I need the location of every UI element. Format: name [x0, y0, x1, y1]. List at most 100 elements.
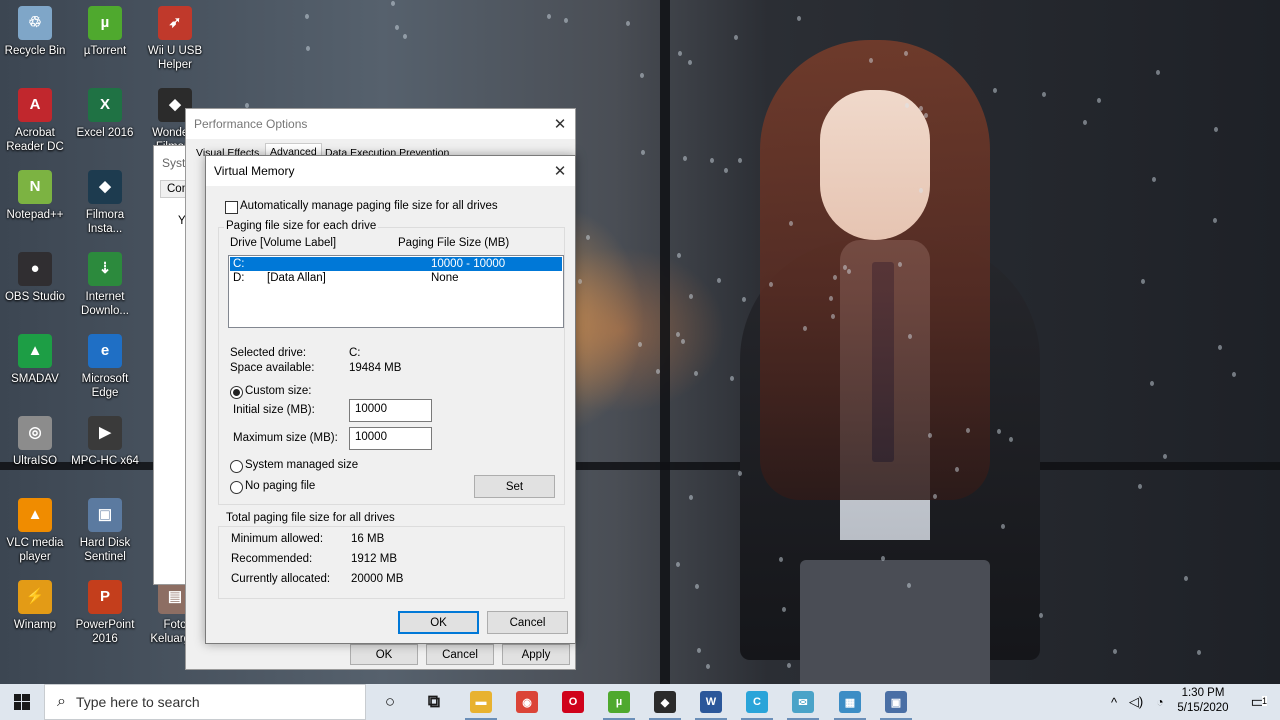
drive-list-row[interactable]: D: [Data Allan] None: [230, 271, 562, 285]
taskbar-app-button[interactable]: ◆: [643, 684, 687, 720]
performance-apply-button[interactable]: Apply: [502, 644, 570, 665]
start-button[interactable]: [0, 684, 44, 720]
max-size-label: Maximum size (MB):: [233, 432, 338, 444]
taskbar-app-button[interactable]: ▦: [828, 684, 872, 720]
desktop-icon[interactable]: A Acrobat Reader DC: [0, 88, 70, 154]
taskbar-app-button[interactable]: ✉: [781, 684, 825, 720]
taskbar-app-button[interactable]: C: [735, 684, 779, 720]
desktop-icon-label: µTorrent: [83, 45, 127, 57]
max-size-input[interactable]: 10000: [349, 427, 432, 450]
close-icon[interactable]: ✕: [545, 115, 575, 133]
desktop-icon[interactable]: P PowerPoint 2016: [70, 580, 140, 646]
raindrop: [675, 332, 680, 338]
opera-icon: O: [562, 691, 584, 713]
auto-manage-checkbox[interactable]: [225, 201, 238, 214]
set-button[interactable]: Set: [474, 475, 555, 498]
desktop-icon-label: Notepad++: [6, 209, 64, 221]
system-managed-radio[interactable]: [230, 460, 243, 473]
taskbar-app-button[interactable]: ○: [368, 684, 412, 720]
performance-cancel-button[interactable]: Cancel: [426, 644, 494, 665]
desktop-icon[interactable]: ◎ UltraISO: [0, 416, 70, 468]
desktop-icon[interactable]: N Notepad++: [0, 170, 70, 222]
desktop-icon-label: Internet Downlo...: [81, 291, 129, 317]
desktop-icon[interactable]: X Excel 2016: [70, 88, 140, 140]
taskbar-clock[interactable]: 1:30 PM 5/15/2020: [1172, 686, 1234, 716]
initial-size-input[interactable]: 10000: [349, 399, 432, 422]
desktop-icon[interactable]: ▲ VLC media player: [0, 498, 70, 564]
raindrop: [1231, 371, 1236, 377]
desktop-icon-label: Hard Disk Sentinel: [79, 537, 131, 563]
app-icon: ▣: [88, 498, 122, 532]
app-icon: ◆: [88, 170, 122, 204]
taskbar-app-button[interactable]: O: [551, 684, 595, 720]
desktop-icon[interactable]: ➶ Wii U USB Helper: [140, 6, 210, 72]
virtual-memory-titlebar: Virtual Memory ✕: [206, 156, 575, 186]
desktop-icon[interactable]: ▶ MPC-HC x64: [70, 416, 140, 468]
raindrop: [1196, 649, 1201, 655]
raindrop: [717, 277, 722, 283]
raindrop: [677, 50, 682, 56]
raindrop: [1162, 454, 1167, 460]
desktop-icon-label: Winamp: [13, 619, 57, 631]
virtual-memory-dialog[interactable]: Virtual Memory ✕ Automatically manage pa…: [205, 155, 576, 644]
initial-size-label: Initial size (MB):: [233, 404, 315, 416]
drive-letter: C:: [233, 258, 245, 270]
drive-list-row[interactable]: C: 10000 - 10000: [230, 257, 562, 271]
vm-ok-button[interactable]: OK: [398, 611, 479, 634]
space-available-label: Space available:: [230, 362, 315, 374]
word-icon: W: [700, 691, 722, 713]
desktop-icon-label: PowerPoint 2016: [75, 619, 135, 645]
desktop-icon[interactable]: ♲ Recycle Bin: [0, 6, 70, 58]
raindrop: [1042, 91, 1047, 97]
drive-list[interactable]: C: 10000 - 10000 D: [Data Allan] None: [228, 255, 564, 328]
custom-size-radio[interactable]: [230, 386, 243, 399]
desktop-icon[interactable]: ⚡ Winamp: [0, 580, 70, 632]
raindrop: [1038, 612, 1043, 618]
taskbar-search-box[interactable]: ⌕ Type here to search: [44, 684, 366, 720]
performance-ok-button[interactable]: OK: [350, 644, 418, 665]
desktop-icon[interactable]: ▣ Hard Disk Sentinel: [70, 498, 140, 564]
desktop-icon[interactable]: e Microsoft Edge: [70, 334, 140, 400]
raindrop: [778, 556, 783, 562]
desktop-icon[interactable]: ◆ Filmora Insta...: [70, 170, 140, 236]
performance-options-title: Performance Options: [194, 117, 308, 131]
raindrop: [641, 149, 646, 155]
taskbar-app-button[interactable]: ▣: [874, 684, 918, 720]
desktop-icon-label: Filmora Insta...: [85, 209, 125, 235]
desktop-icon-label: SMADAV: [11, 373, 59, 385]
column-header-size: Paging File Size (MB): [398, 237, 510, 249]
speaker-icon[interactable]: ◁): [1126, 684, 1146, 720]
vm-cancel-button[interactable]: Cancel: [487, 611, 568, 634]
desktop-icon[interactable]: µ µTorrent: [70, 6, 140, 58]
taskbar-app-button[interactable]: ◉: [505, 684, 549, 720]
no-paging-radio[interactable]: [230, 481, 243, 494]
app-icon: ♲: [18, 6, 52, 40]
raindrop: [923, 112, 928, 118]
taskbar-app-button[interactable]: µ: [597, 684, 641, 720]
currently-allocated-value: 20000 MB: [351, 573, 404, 585]
space-available-value: 19484 MB: [349, 362, 402, 374]
desktop-icon[interactable]: ▲ SMADAV: [0, 334, 70, 386]
close-icon[interactable]: ✕: [545, 162, 575, 180]
selected-drive-label: Selected drive:: [230, 347, 307, 359]
desktop-icon[interactable]: ● OBS Studio: [0, 252, 70, 304]
column-header-drive: Drive [Volume Label]: [230, 237, 337, 249]
app-icon: ▲: [18, 334, 52, 368]
taskbar-app-button[interactable]: W: [689, 684, 733, 720]
raindrop: [1149, 380, 1154, 386]
raindrop: [391, 0, 396, 6]
selected-drive-value: C:: [349, 347, 361, 359]
chevron-up-icon[interactable]: ^: [1104, 684, 1124, 720]
drive-volume-label: [Data Allan]: [267, 272, 326, 284]
app-icon: N: [18, 170, 52, 204]
raindrop: [696, 647, 701, 653]
notification-center[interactable]: ▭ 1: [1236, 684, 1280, 720]
wifi-icon[interactable]: ◔: [1150, 684, 1170, 720]
task-view-icon: ⧉: [427, 692, 441, 711]
taskbar-app-button[interactable]: ▬: [459, 684, 503, 720]
desktop-icon[interactable]: ⇣ Internet Downlo...: [70, 252, 140, 318]
raindrop: [965, 428, 970, 434]
system-icon: ▣: [885, 691, 907, 713]
system-managed-label: System managed size: [245, 459, 359, 471]
taskbar-app-button[interactable]: ⧉: [412, 684, 456, 720]
